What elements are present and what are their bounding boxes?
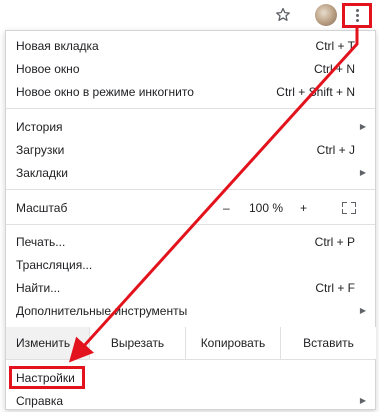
menu-item-shortcut: Ctrl + Shift + N <box>276 84 355 99</box>
menu-item-find[interactable]: Найти... Ctrl + F <box>6 276 375 299</box>
menu-item-history[interactable]: История ▶ <box>6 115 375 138</box>
menu-item-help[interactable]: Справка ▶ <box>6 389 375 412</box>
menu-item-shortcut: Ctrl + T <box>315 38 355 53</box>
zoom-in-button[interactable]: + <box>300 201 307 215</box>
chevron-right-icon: ▶ <box>359 122 366 131</box>
chevron-right-icon: ▶ <box>359 168 366 177</box>
menu-item-label: Закладки <box>16 165 68 180</box>
cut-button[interactable]: Вырезать <box>89 327 185 359</box>
menu-item-label: Новая вкладка <box>16 38 99 53</box>
menu-divider <box>6 189 375 190</box>
zoom-level: 100 % <box>249 200 284 215</box>
chrome-main-menu: Новая вкладка Ctrl + T Новое окно Ctrl +… <box>5 30 376 410</box>
menu-item-new-tab[interactable]: Новая вкладка Ctrl + T <box>6 34 375 57</box>
menu-item-label: Трансляция... <box>16 257 93 272</box>
settings-highlight-box <box>9 366 85 389</box>
chevron-right-icon: ▶ <box>359 396 366 405</box>
menu-item-label: Найти... <box>16 280 61 295</box>
fullscreen-icon[interactable] <box>342 201 356 214</box>
menu-item-label: Печать... <box>16 234 66 249</box>
menu-divider <box>6 108 375 109</box>
menu-divider <box>6 359 375 360</box>
menu-item-cast[interactable]: Трансляция... <box>6 253 375 276</box>
menu-item-bookmarks[interactable]: Закладки ▶ <box>6 161 375 184</box>
menu-item-shortcut: Ctrl + F <box>315 280 355 295</box>
star-icon[interactable] <box>272 5 294 25</box>
paste-button[interactable]: Вставить <box>280 327 376 359</box>
zoom-out-button[interactable]: – <box>223 201 230 215</box>
browser-toolbar <box>0 0 379 30</box>
menu-item-shortcut: Ctrl + N <box>313 61 355 76</box>
menu-item-new-window[interactable]: Новое окно Ctrl + N <box>6 57 375 80</box>
menu-item-label: Масштаб <box>16 200 68 215</box>
menu-item-shortcut: Ctrl + P <box>314 234 355 249</box>
menu-item-label: Дополнительные инструменты <box>16 303 188 318</box>
menu-item-zoom: Масштаб – 100 % + <box>6 196 375 219</box>
menu-item-downloads[interactable]: Загрузки Ctrl + J <box>6 138 375 161</box>
menu-item-label: Справка <box>16 393 64 408</box>
avatar[interactable] <box>315 4 337 26</box>
edit-row: Изменить Вырезать Копировать Вставить <box>6 327 376 359</box>
menu-item-label: Новое окно в режиме инкогнито <box>16 84 194 99</box>
menu-divider <box>6 224 375 225</box>
menu-item-more-tools[interactable]: Дополнительные инструменты ▶ <box>6 299 375 322</box>
menu-item-label: Загрузки <box>16 142 65 157</box>
kebab-menu-icon[interactable] <box>342 3 372 28</box>
menu-item-shortcut: Ctrl + J <box>316 142 355 157</box>
menu-item-incognito[interactable]: Новое окно в режиме инкогнито Ctrl + Shi… <box>6 80 375 103</box>
edit-label: Изменить <box>16 336 71 350</box>
menu-item-label: Новое окно <box>16 61 80 76</box>
menu-item-print[interactable]: Печать... Ctrl + P <box>6 230 375 253</box>
menu-item-label: История <box>16 119 63 134</box>
copy-button[interactable]: Копировать <box>185 327 280 359</box>
chevron-right-icon: ▶ <box>359 306 366 315</box>
